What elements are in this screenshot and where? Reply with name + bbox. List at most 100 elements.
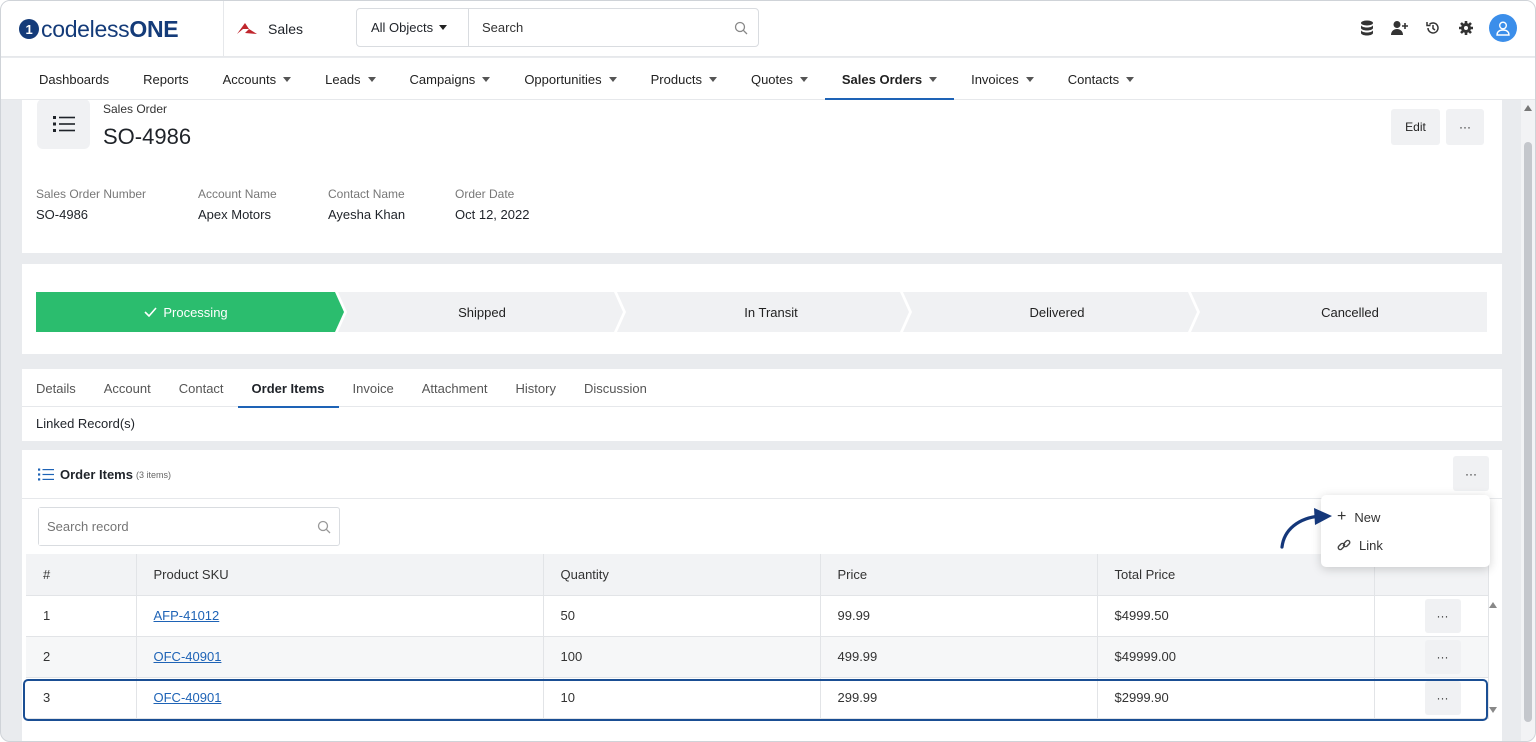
nav-invoices[interactable]: Invoices [954,58,1051,100]
record-search-box [38,507,340,546]
chevron-down-icon [799,76,808,82]
nav-label: Dashboards [39,71,110,87]
user-avatar[interactable] [1489,14,1517,42]
tab-account[interactable]: Account [90,369,165,407]
product-sku-link[interactable]: OFC-40901 [154,649,222,664]
content-area: Sales Order SO-4986 Edit ··· Sales Order… [22,100,1502,741]
product-sku-link[interactable]: AFP-41012 [154,608,220,623]
database-icon[interactable] [1357,18,1377,38]
history-icon[interactable] [1423,18,1443,38]
tab-attachment[interactable]: Attachment [408,369,502,407]
nav-label: Invoices [971,71,1019,87]
stage-shipped-label: Shipped [458,304,506,320]
nav-leads[interactable]: Leads [308,58,392,100]
table-scrollbar[interactable] [1487,595,1499,722]
nav-contacts[interactable]: Contacts [1051,58,1151,100]
nav-opportunities[interactable]: Opportunities [507,58,633,100]
order-items-dropdown-menu: + New Link [1321,495,1490,567]
scroll-down-arrow[interactable] [1489,707,1497,713]
field-value: Oct 12, 2022 [455,207,530,222]
field-label: Contact Name [328,187,405,201]
nav-quotes[interactable]: Quotes [734,58,825,100]
field-label: Account Name [198,187,277,201]
chevron-down-icon [1126,76,1135,82]
column-header-product-sku[interactable]: Product SKU [136,554,544,596]
app-switcher[interactable]: Sales [223,1,303,57]
order-items-count: (3 items) [135,469,171,480]
gear-icon[interactable] [1456,18,1476,38]
tab-discussion[interactable]: Discussion [570,369,661,407]
row-more-button[interactable]: ··· [1424,639,1461,674]
nav-sales-orders[interactable]: Sales Orders [824,58,955,100]
column-header-number[interactable]: # [26,554,137,596]
search-icon[interactable] [309,520,339,534]
record-search-input[interactable] [39,508,309,545]
search-input[interactable] [469,9,724,46]
row-more-button[interactable]: ··· [1424,598,1461,633]
cell-quantity: 10 [543,677,821,719]
order-items-more-button[interactable]: ··· [1453,456,1489,491]
chevron-down-icon [1025,76,1034,82]
pointer-arrow-icon [1280,508,1332,549]
field-value: SO-4986 [36,207,89,222]
tab-details[interactable]: Details [22,369,90,407]
search-icon[interactable] [724,21,758,35]
nav-label: Reports [143,71,189,87]
table-row: 1 AFP-41012 50 99.99 $4999.50 ··· [26,595,1489,637]
nav-label: Opportunities [524,71,602,87]
nav-label: Sales Orders [841,71,923,87]
nav-reports[interactable]: Reports [126,58,206,100]
cell-actions: ··· [1374,677,1489,719]
record-title: SO-4986 [103,124,192,149]
field-sales-order-number: Sales Order Number SO-4986 [36,187,146,222]
edit-button[interactable]: Edit [1391,109,1440,145]
more-actions-button[interactable]: ··· [1446,109,1484,145]
product-sku-link[interactable]: OFC-40901 [154,690,222,705]
main-nav: Dashboards Reports Accounts Leads Campai… [1,58,1535,100]
cell-number: 3 [26,677,137,719]
page-scrollbar[interactable] [1521,100,1535,741]
chevron-down-icon [929,76,938,82]
order-items-table: # Product SKU Quantity Price Total Price… [26,554,1489,719]
cell-product-sku: OFC-40901 [136,636,544,678]
object-filter-label: All Objects [371,20,434,35]
chevron-down-icon [283,76,292,82]
field-label: Order Date [455,187,515,201]
nav-label: Contacts [1067,71,1120,87]
cell-total-price: $4999.50 [1097,595,1375,637]
logo: 1 codeless ONE [19,15,179,43]
nav-dashboards[interactable]: Dashboards [22,58,126,100]
cell-quantity: 100 [543,636,821,678]
tab-history[interactable]: History [502,369,570,407]
menu-item-new[interactable]: + New [1321,503,1490,531]
scroll-up-arrow[interactable] [1489,602,1497,608]
tab-order-items[interactable]: Order Items [237,369,339,408]
top-icons [1357,14,1517,42]
object-filter-select[interactable]: All Objects [357,9,469,46]
nav-products[interactable]: Products [634,58,734,100]
add-user-icon[interactable] [1390,18,1410,38]
scrollbar-thumb[interactable] [1524,142,1532,722]
app-logo-icon [237,23,257,34]
row-more-button[interactable]: ··· [1424,680,1461,715]
linked-records-label: Linked Record(s) [36,416,135,431]
nav-label: Campaigns [409,71,476,87]
scroll-up-arrow[interactable] [1524,105,1532,111]
chevron-down-icon [439,25,448,30]
column-header-price[interactable]: Price [820,554,1098,596]
field-label: Sales Order Number [36,187,147,201]
tab-contact[interactable]: Contact [165,369,238,407]
cell-total-price: $49999.00 [1097,636,1375,678]
nav-campaigns[interactable]: Campaigns [393,58,508,100]
menu-item-link[interactable]: Link [1321,531,1490,559]
column-header-quantity[interactable]: Quantity [543,554,821,596]
nav-label: Products [650,71,702,87]
link-icon [1337,539,1351,551]
tab-invoice[interactable]: Invoice [339,369,408,407]
cell-total-price: $2999.90 [1097,677,1375,719]
nav-label: Leads [325,71,361,87]
record-tabs: Details Account Contact Order Items Invo… [22,369,1502,408]
field-order-date: Order Date Oct 12, 2022 [455,187,529,222]
nav-accounts[interactable]: Accounts [206,58,308,100]
app-name: Sales [268,21,304,37]
